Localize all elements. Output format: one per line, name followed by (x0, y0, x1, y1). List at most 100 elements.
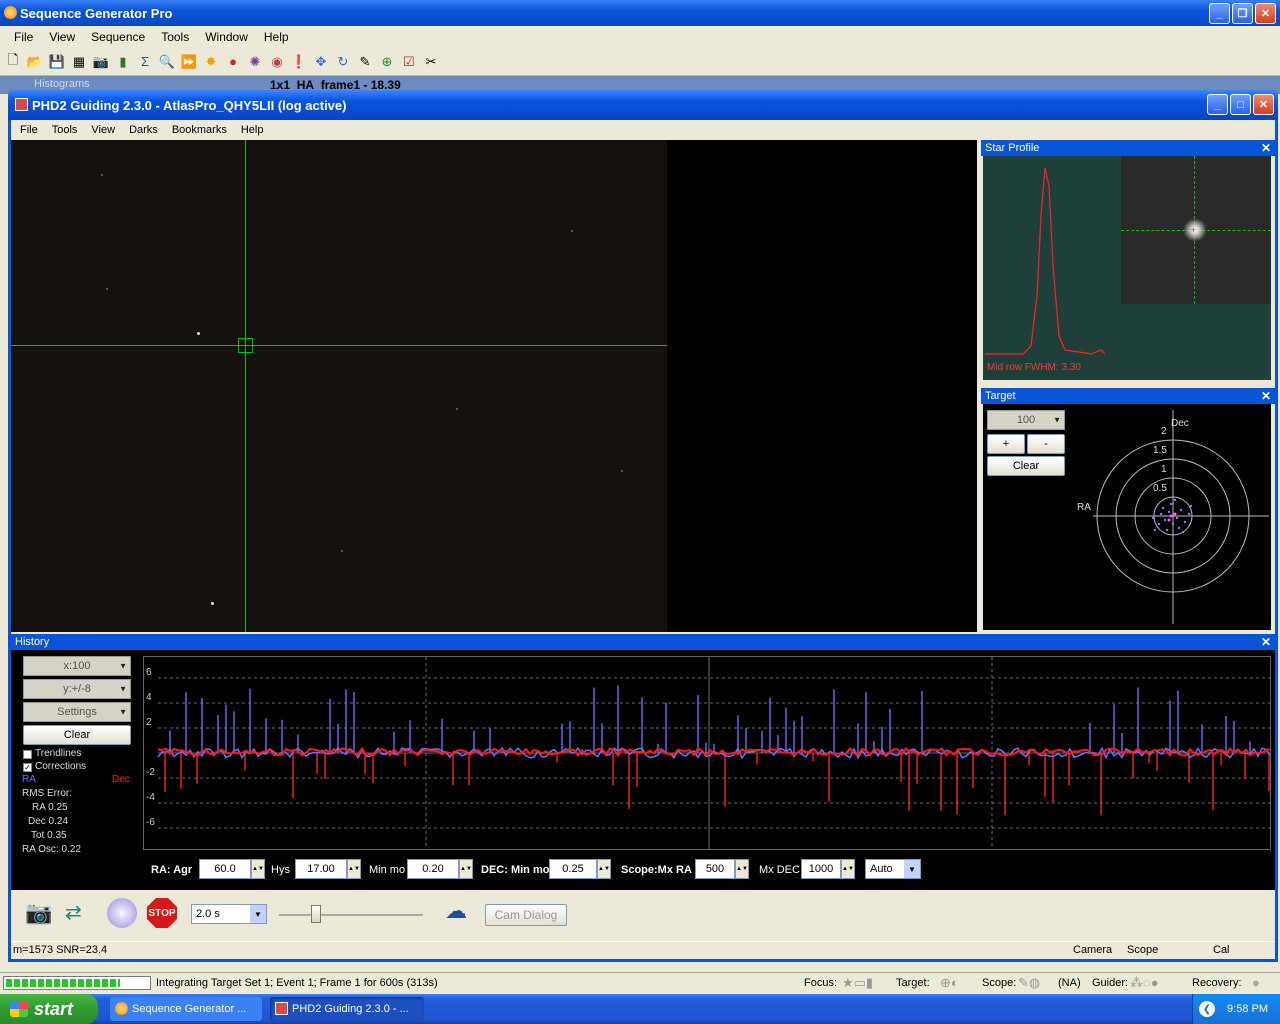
target-icon[interactable]: ⊕ (378, 53, 396, 71)
zoom-icon[interactable]: 🔍 (158, 53, 176, 71)
sgp-minimize-button[interactable]: _ (1209, 3, 1230, 24)
y-scale-select[interactable]: y:+/-8 ▼ (23, 679, 131, 699)
save-icon[interactable]: 💾 (48, 53, 66, 71)
sgp-menu-sequence[interactable]: Sequence (83, 30, 153, 44)
sgp-restore-button[interactable]: ❐ (1232, 3, 1253, 24)
phd2-menu-file[interactable]: File (13, 124, 45, 136)
trendlines-checkbox[interactable] (23, 750, 32, 759)
ra-minmo-spinner[interactable]: ▲▼ (459, 859, 473, 879)
history-title: History (15, 636, 50, 648)
phd-icon[interactable]: ◉ (268, 53, 286, 71)
guide-icon[interactable] (107, 898, 137, 928)
sgp-menu-tools[interactable]: Tools (153, 30, 197, 44)
mount-icon[interactable]: ✥ (312, 53, 330, 71)
gamma-slider-thumb[interactable] (311, 905, 321, 923)
star-icon[interactable]: ✸ (202, 53, 220, 71)
camera-view[interactable] (11, 140, 977, 632)
dec-mode-value: Auto (870, 863, 893, 875)
dec-minmo-spinner[interactable]: ▲▼ (597, 859, 611, 879)
target-rings (1093, 410, 1269, 624)
mxra-spinner[interactable]: ▲▼ (735, 859, 749, 879)
sgp-menu-help[interactable]: Help (256, 30, 297, 44)
sequence-progress-bar (3, 976, 151, 990)
phd2-menu-bookmarks[interactable]: Bookmarks (165, 124, 234, 136)
gamma-slider-track[interactable] (279, 914, 423, 916)
checklist-icon[interactable]: ☑ (400, 53, 418, 71)
guide-camera-image[interactable] (11, 140, 667, 632)
star-profile-plot: + Mid row FWHM: 3.30 (983, 156, 1271, 380)
ra-minmo-input[interactable]: 0.20 (407, 859, 459, 879)
ra-agr-input[interactable]: 60.0 (199, 859, 251, 879)
target-ra-label: RA (1077, 502, 1091, 513)
star-center-marker: + (1191, 225, 1197, 235)
hys-spinner[interactable]: ▲▼ (347, 859, 361, 879)
tools-icon[interactable]: ✂ (422, 53, 440, 71)
sgp-app-icon (115, 1002, 128, 1015)
star-profile-header: Star Profile ✕ (981, 140, 1275, 156)
dec-mode-select[interactable]: Auto ▼ (865, 859, 921, 879)
hys-input[interactable]: 17.00 (295, 859, 347, 879)
mxra-input[interactable]: 500 (695, 859, 735, 879)
x-scale-select[interactable]: x:100 ▼ (23, 656, 131, 676)
star (211, 602, 214, 605)
sgp-close-button[interactable]: ✕ (1255, 3, 1276, 24)
refresh-icon[interactable]: ↻ (334, 53, 352, 71)
cam-dialog-button[interactable]: Cam Dialog (485, 904, 567, 926)
exposure-select[interactable]: 2.0 s ▼ (191, 904, 267, 924)
chevron-down-icon: ▼ (119, 707, 127, 717)
chevron-down-icon: ▼ (904, 860, 920, 878)
settings-select[interactable]: Settings ▼ (23, 702, 131, 722)
sgp-menu-file[interactable]: File (6, 30, 41, 44)
dec-minmo-input[interactable]: 0.25 (549, 859, 597, 879)
taskbar-item-phd2[interactable]: PHD2 Guiding 2.3.0 - ... (270, 997, 424, 1021)
focus-label: Focus: (804, 977, 838, 989)
star (341, 550, 343, 552)
taskbar-item-sgp[interactable]: Sequence Generator ... (110, 997, 262, 1021)
mxdec-spinner[interactable]: ▲▼ (841, 859, 855, 879)
auto-select-star-icon[interactable]: ⇄ (65, 900, 97, 926)
mxdec-input[interactable]: 1000 (801, 859, 841, 879)
guider-label: Guider: (1092, 977, 1129, 989)
phd2-minimize-button[interactable]: _ (1207, 94, 1228, 115)
ra-agr-spinner[interactable]: ▲▼ (251, 859, 265, 879)
target-label: Target: (896, 977, 930, 989)
histogram-icon[interactable]: ▮ (114, 53, 132, 71)
close-icon[interactable]: ✕ (1261, 389, 1271, 403)
corrections-checkbox[interactable]: ✓ (23, 763, 32, 772)
brain-icon[interactable]: ☁ (445, 898, 477, 926)
camera-icon[interactable]: 📷 (92, 53, 110, 71)
close-icon[interactable]: ✕ (1261, 635, 1271, 649)
progress-fill (6, 979, 120, 987)
phd2-close-button[interactable]: ✕ (1253, 94, 1274, 115)
history-clear-button[interactable]: Clear (23, 725, 131, 745)
phd2-menu-view[interactable]: View (84, 124, 122, 136)
phd2-menu-help[interactable]: Help (234, 124, 271, 136)
sgp-menu-window[interactable]: Window (197, 30, 256, 44)
phd2-menu-darks[interactable]: Darks (122, 124, 165, 136)
stop-button[interactable]: STOP (147, 898, 177, 928)
rotator-icon[interactable]: ✺ (246, 53, 264, 71)
phd2-title: PHD2 Guiding 2.3.0 - AtlasPro_QHY5LII (l… (32, 97, 347, 113)
sequence-icon[interactable]: ▦ (70, 53, 88, 71)
ra-legend: RA (22, 774, 36, 785)
phd2-app-icon (275, 1002, 288, 1015)
open-folder-icon[interactable]: 📂 (26, 53, 44, 71)
telescope-icon[interactable]: ✎ (356, 53, 374, 71)
close-icon[interactable]: ✕ (1261, 141, 1271, 155)
start-button[interactable]: start (0, 994, 98, 1024)
new-file-icon[interactable]: 🗋 (4, 52, 22, 71)
sgp-menu-view[interactable]: View (41, 30, 83, 44)
phd2-maximize-button[interactable]: □ (1230, 94, 1251, 115)
play-icon[interactable]: ⏩ (180, 53, 198, 71)
sigma-icon[interactable]: Σ (136, 53, 154, 71)
histograms-tab[interactable]: Histograms (34, 78, 90, 90)
windows-flag-icon (10, 1001, 28, 1017)
tray-expand-icon[interactable]: ❮ (1199, 1001, 1215, 1017)
guide-star-box (238, 338, 253, 353)
loop-camera-icon[interactable]: 📷 (25, 900, 55, 926)
history-header: History ✕ (11, 634, 1275, 650)
filter-wheel-icon[interactable]: ● (224, 53, 242, 71)
phd2-title-bar: PHD2 Guiding 2.3.0 - AtlasPro_QHY5LII (l… (8, 90, 1278, 120)
phd2-menu-tools[interactable]: Tools (45, 124, 85, 136)
focuser-icon[interactable]: ❗ (290, 53, 308, 71)
